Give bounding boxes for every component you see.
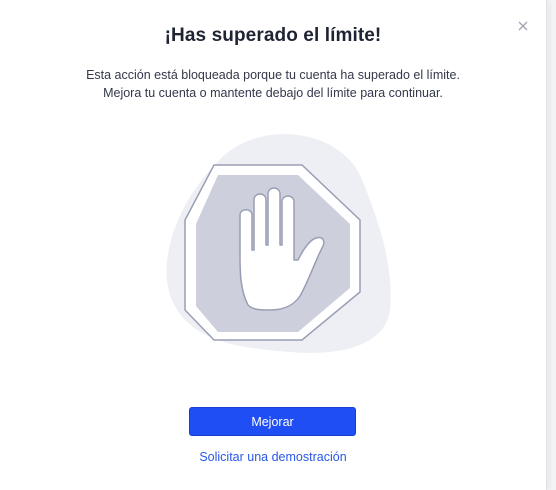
upgrade-button[interactable]: Mejorar xyxy=(189,407,356,436)
request-demo-link[interactable]: Solicitar una demostración xyxy=(0,450,546,464)
description-line-2: Mejora tu cuenta o mantente debajo del l… xyxy=(103,86,443,100)
description-line-1: Esta acción está bloqueada porque tu cue… xyxy=(86,68,460,82)
modal-title: ¡Has superado el límite! xyxy=(164,25,382,46)
limit-exceeded-modal: ¡Has superado el límite! Esta acción est… xyxy=(0,0,547,490)
stop-hand-icon xyxy=(166,134,391,353)
modal-description: Esta acción está bloqueada porque tu cue… xyxy=(0,66,546,102)
